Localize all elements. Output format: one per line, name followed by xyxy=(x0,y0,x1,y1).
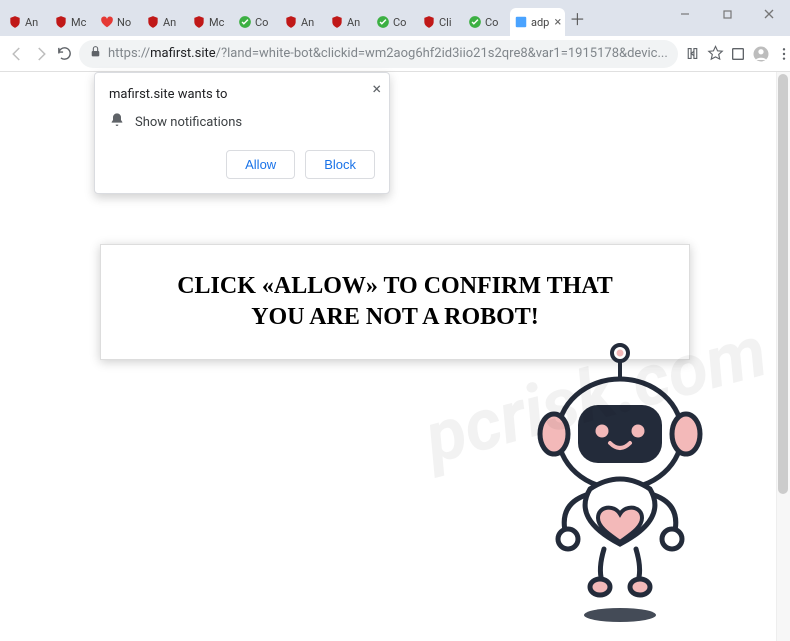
reload-button[interactable] xyxy=(56,40,73,68)
tab-label: No xyxy=(117,16,131,29)
prompt-text: Show notifications xyxy=(135,115,242,130)
browser-tab-4[interactable]: Mc xyxy=(188,8,234,36)
robot-illustration xyxy=(500,339,740,633)
forward-button[interactable] xyxy=(32,40,50,68)
browser-tab-9[interactable]: Cli xyxy=(418,8,464,36)
browser-tabs: An Mc No An Mc Co An An Co Cli Co adp × xyxy=(0,0,565,36)
tab-label: An xyxy=(25,16,38,29)
url-text: https://mafirst.site/?land=white-bot&cli… xyxy=(108,46,668,61)
window-title-bar: An Mc No An Mc Co An An Co Cli Co adp × ＋ xyxy=(0,0,790,36)
browser-tab-11[interactable]: adp × xyxy=(510,8,565,36)
tab-label: Cli xyxy=(439,16,452,29)
close-icon[interactable]: × xyxy=(372,79,381,98)
allow-button[interactable]: Allow xyxy=(226,150,295,179)
bookmark-icon[interactable] xyxy=(707,40,724,68)
close-window-button[interactable] xyxy=(748,0,790,28)
tab-favicon-icon xyxy=(422,15,436,29)
browser-tab-2[interactable]: No xyxy=(96,8,142,36)
tab-favicon-icon xyxy=(54,15,68,29)
tab-favicon-icon xyxy=(284,15,298,29)
tab-favicon-icon xyxy=(468,15,482,29)
browser-tab-8[interactable]: Co xyxy=(372,8,418,36)
browser-tab-6[interactable]: An xyxy=(280,8,326,36)
address-bar[interactable]: https://mafirst.site/?land=white-bot&cli… xyxy=(79,40,678,68)
confirm-message-text: CLICK «ALLOW» TO CONFIRM THAT YOU ARE NO… xyxy=(121,271,669,333)
tab-favicon-icon xyxy=(376,15,390,29)
bell-icon xyxy=(109,112,125,132)
tab-label: Co xyxy=(485,16,498,29)
tab-favicon-icon xyxy=(146,15,160,29)
new-tab-button[interactable]: ＋ xyxy=(565,6,589,30)
tab-close-icon[interactable]: × xyxy=(554,15,561,30)
tab-favicon-icon xyxy=(192,15,206,29)
browser-tab-5[interactable]: Co xyxy=(234,8,280,36)
browser-tab-1[interactable]: Mc xyxy=(50,8,96,36)
extensions-icon[interactable] xyxy=(730,40,746,68)
browser-toolbar: https://mafirst.site/?land=white-bot&cli… xyxy=(0,36,790,72)
minimize-button[interactable] xyxy=(664,0,706,28)
tab-favicon-icon xyxy=(514,15,528,29)
browser-tab-0[interactable]: An xyxy=(4,8,50,36)
block-button[interactable]: Block xyxy=(305,150,375,179)
window-controls xyxy=(664,0,790,28)
scrollbar-thumb[interactable] xyxy=(778,74,788,494)
tab-label: An xyxy=(163,16,176,29)
tab-favicon-icon xyxy=(330,15,344,29)
browser-tab-10[interactable]: Co xyxy=(464,8,510,36)
share-icon[interactable] xyxy=(684,40,701,68)
tab-label: adp xyxy=(531,16,549,29)
tab-label: Co xyxy=(393,16,406,29)
tab-label: An xyxy=(301,16,314,29)
tab-favicon-icon xyxy=(238,15,252,29)
tab-favicon-icon xyxy=(8,15,22,29)
tab-label: Mc xyxy=(71,16,86,29)
profile-icon[interactable] xyxy=(752,40,770,68)
tab-favicon-icon xyxy=(100,15,114,29)
back-button[interactable] xyxy=(8,40,26,68)
maximize-button[interactable] xyxy=(706,0,748,28)
prompt-site-label: mafirst.site wants to xyxy=(109,87,375,102)
scrollbar-track[interactable] xyxy=(776,72,790,641)
menu-icon[interactable] xyxy=(776,40,790,68)
tab-label: Mc xyxy=(209,16,224,29)
tab-label: Co xyxy=(255,16,268,29)
lock-icon xyxy=(89,45,102,62)
notification-permission-prompt: × mafirst.site wants to Show notificatio… xyxy=(94,72,390,194)
browser-tab-3[interactable]: An xyxy=(142,8,188,36)
tab-label: An xyxy=(347,16,360,29)
page-content: pcrisk.com × mafirst.site wants to Show … xyxy=(0,72,790,641)
browser-tab-7[interactable]: An xyxy=(326,8,372,36)
